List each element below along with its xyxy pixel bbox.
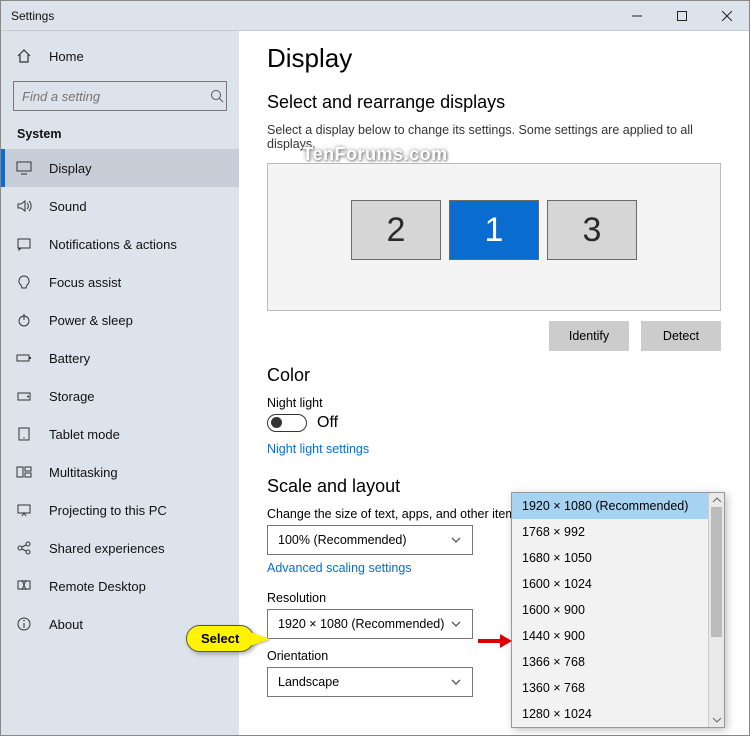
window-title: Settings <box>1 9 614 23</box>
sidebar-item-label: Focus assist <box>49 275 121 290</box>
dropdown-item[interactable]: 1680 × 1050 <box>512 545 724 571</box>
resolution-combo[interactable]: 1920 × 1080 (Recommended) <box>267 609 473 639</box>
detect-button[interactable]: Detect <box>641 321 721 351</box>
page-title: Display <box>267 43 721 74</box>
sidebar-item-storage[interactable]: Storage <box>1 377 239 415</box>
search-icon[interactable] <box>208 89 226 103</box>
dropdown-item[interactable]: 1360 × 768 <box>512 675 724 701</box>
sidebar-item-projecting[interactable]: Projecting to this PC <box>1 491 239 529</box>
sidebar-item-label: Sound <box>49 199 87 214</box>
sidebar-item-focus-assist[interactable]: Focus assist <box>1 263 239 301</box>
power-icon <box>15 311 33 329</box>
notifications-icon <box>15 235 33 253</box>
advanced-scaling-link[interactable]: Advanced scaling settings <box>267 561 412 575</box>
scale-combo[interactable]: 100% (Recommended) <box>267 525 473 555</box>
scale-value: 100% (Recommended) <box>278 533 407 547</box>
sidebar-item-label: Remote Desktop <box>49 579 146 594</box>
tablet-icon <box>15 425 33 443</box>
dropdown-item[interactable]: 1366 × 768 <box>512 649 724 675</box>
orientation-value: Landscape <box>278 675 339 689</box>
maximize-button[interactable] <box>659 1 704 31</box>
dropdown-item[interactable]: 1600 × 1024 <box>512 571 724 597</box>
titlebar: Settings <box>1 1 749 31</box>
dropdown-scrollbar[interactable] <box>708 493 724 727</box>
dropdown-item[interactable]: 1440 × 900 <box>512 623 724 649</box>
sidebar-item-tablet[interactable]: Tablet mode <box>1 415 239 453</box>
chevron-down-icon <box>450 618 462 630</box>
sidebar-item-label: Power & sleep <box>49 313 133 328</box>
annotation-tail <box>250 632 270 646</box>
display-tile-2[interactable]: 2 <box>351 200 441 260</box>
dropdown-item[interactable]: 1920 × 1080 (Recommended) <box>512 493 724 519</box>
focus-icon <box>15 273 33 291</box>
sidebar-item-label: Tablet mode <box>49 427 120 442</box>
sidebar-item-label: Storage <box>49 389 95 404</box>
minimize-button[interactable] <box>614 1 659 31</box>
dropdown-item[interactable]: 1768 × 992 <box>512 519 724 545</box>
multitask-icon <box>15 463 33 481</box>
sidebar-item-label: Shared experiences <box>49 541 165 556</box>
scroll-thumb[interactable] <box>711 507 722 637</box>
scroll-down-icon[interactable] <box>712 715 722 725</box>
display-tile-1[interactable]: 1 <box>449 200 539 260</box>
night-light-label: Night light <box>267 396 721 410</box>
sidebar-item-label: Notifications & actions <box>49 237 177 252</box>
sound-icon <box>15 197 33 215</box>
sidebar-item-remote[interactable]: Remote Desktop <box>1 567 239 605</box>
dropdown-item[interactable]: 1600 × 900 <box>512 597 724 623</box>
night-light-toggle[interactable] <box>267 414 307 432</box>
sidebar-home[interactable]: Home <box>1 37 239 75</box>
sidebar-home-label: Home <box>49 49 84 64</box>
section-rearrange: Select and rearrange displays <box>267 92 721 113</box>
sidebar-item-label: Battery <box>49 351 90 366</box>
search-input[interactable] <box>14 89 208 104</box>
scroll-up-icon[interactable] <box>712 495 722 505</box>
battery-icon <box>15 349 33 367</box>
remote-icon <box>15 577 33 595</box>
sidebar-item-label: Multitasking <box>49 465 118 480</box>
sidebar-heading: System <box>1 121 239 149</box>
close-button[interactable] <box>704 1 749 31</box>
search-input-wrap[interactable] <box>13 81 227 111</box>
annotation-callout: Select <box>186 625 270 652</box>
sidebar-item-battery[interactable]: Battery <box>1 339 239 377</box>
home-icon <box>15 47 33 65</box>
dropdown-item[interactable]: 1280 × 1024 <box>512 701 724 727</box>
sidebar-item-shared[interactable]: Shared experiences <box>1 529 239 567</box>
annotation-bubble: Select <box>186 625 254 652</box>
annotation-arrow-icon <box>478 632 512 650</box>
sidebar-item-notifications[interactable]: Notifications & actions <box>1 225 239 263</box>
sidebar-item-label: About <box>49 617 83 632</box>
night-light-settings-link[interactable]: Night light settings <box>267 442 369 456</box>
sidebar-item-multitask[interactable]: Multitasking <box>1 453 239 491</box>
sidebar-item-label: Projecting to this PC <box>49 503 167 518</box>
shared-icon <box>15 539 33 557</box>
rearrange-desc: Select a display below to change its set… <box>267 123 721 151</box>
sidebar-item-sound[interactable]: Sound <box>1 187 239 225</box>
orientation-combo[interactable]: Landscape <box>267 667 473 697</box>
identify-button[interactable]: Identify <box>549 321 629 351</box>
resolution-value: 1920 × 1080 (Recommended) <box>278 617 444 631</box>
resolution-dropdown[interactable]: 1920 × 1080 (Recommended)1768 × 9921680 … <box>511 492 725 728</box>
display-tile-3[interactable]: 3 <box>547 200 637 260</box>
about-icon <box>15 615 33 633</box>
night-light-state: Off <box>317 414 338 432</box>
project-icon <box>15 501 33 519</box>
section-color: Color <box>267 365 721 386</box>
sidebar-item-label: Display <box>49 161 92 176</box>
chevron-down-icon <box>450 534 462 546</box>
storage-icon <box>15 387 33 405</box>
sidebar-item-power[interactable]: Power & sleep <box>1 301 239 339</box>
display-arrangement[interactable]: 2 1 3 <box>267 163 721 311</box>
chevron-down-icon <box>450 676 462 688</box>
display-icon <box>15 159 33 177</box>
sidebar-item-display[interactable]: Display <box>1 149 239 187</box>
